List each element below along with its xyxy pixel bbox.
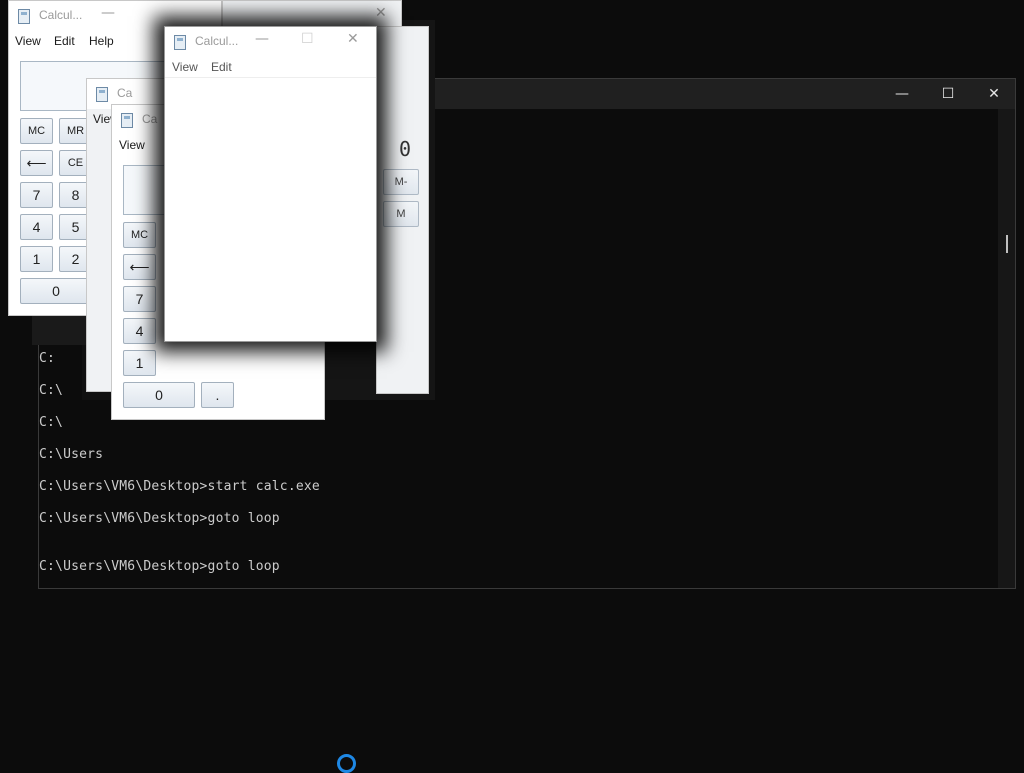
close-icon[interactable]: ✕	[375, 5, 387, 21]
digit-4-button[interactable]: 4	[123, 318, 156, 344]
backspace-button[interactable]: ⟵	[20, 150, 53, 176]
menu-view[interactable]: View	[15, 34, 41, 48]
calculator-title: Ca	[142, 112, 158, 126]
console-scrollbar[interactable]	[998, 109, 1015, 588]
memory-clear-button[interactable]: MC	[123, 222, 156, 248]
loading-ring-icon	[337, 754, 356, 773]
console-line: C:\Users\VM6\Desktop>goto loop	[39, 511, 280, 526]
maximize-icon[interactable]: ☐	[925, 79, 971, 109]
calculator-window-active[interactable]: Calcul... — ☐ ✕ View Edit	[164, 26, 377, 342]
console-partial-line: C:\	[39, 383, 64, 398]
calculator-window[interactable]: 0 M- M	[376, 26, 429, 394]
minimize-icon[interactable]: —	[879, 79, 925, 109]
console-line: C:\Users\VM6\Desktop>start calc.exe	[39, 479, 320, 494]
memory-button[interactable]: M	[383, 201, 419, 227]
close-icon[interactable]: ✕	[347, 31, 359, 47]
digit-0-button[interactable]: 0	[123, 382, 195, 408]
console-partial-line: C:\Users	[39, 447, 104, 462]
console-scrollbar-thumb[interactable]	[1006, 235, 1008, 253]
digit-7-button[interactable]: 7	[123, 286, 156, 312]
calculator-app-icon	[18, 9, 30, 24]
menu-view[interactable]: View	[119, 138, 145, 152]
minimize-icon[interactable]: —	[255, 31, 269, 47]
calculator-app-icon	[96, 87, 108, 102]
calculator-display-value: 0	[399, 137, 412, 161]
console-partial-line: C:\	[39, 415, 64, 430]
calculator-title: Calcul...	[195, 34, 239, 48]
digit-0-button[interactable]: 0	[20, 278, 92, 304]
digit-1-button[interactable]: 1	[123, 350, 156, 376]
calculator-app-icon	[121, 113, 133, 128]
calculator-title: Calcul...	[39, 8, 83, 22]
maximize-icon[interactable]: ☐	[301, 31, 314, 47]
digit-1-button[interactable]: 1	[20, 246, 53, 272]
console-partial-line: C:	[39, 351, 56, 366]
console-line: C:\Users\VM6\Desktop>goto loop	[39, 559, 280, 574]
memory-clear-button[interactable]: MC	[20, 118, 53, 144]
memory-subtract-button[interactable]: M-	[383, 169, 419, 195]
close-icon[interactable]: ✕	[971, 79, 1017, 109]
menu-edit[interactable]: Edit	[54, 34, 75, 48]
calculator-title: Ca	[117, 86, 133, 100]
minimize-icon[interactable]: —	[101, 5, 115, 21]
decimal-button[interactable]: .	[201, 382, 234, 408]
menu-view[interactable]: View	[172, 60, 198, 74]
digit-7-button[interactable]: 7	[20, 182, 53, 208]
menu-edit[interactable]: Edit	[211, 60, 232, 74]
calculator-titlebar[interactable]: Calcul... — ☐ ✕	[165, 27, 376, 57]
calculator-menubar: View Edit	[165, 57, 376, 78]
calculator-app-icon	[174, 35, 186, 50]
backspace-button[interactable]: ⟵	[123, 254, 156, 280]
digit-4-button[interactable]: 4	[20, 214, 53, 240]
menu-help[interactable]: Help	[89, 34, 114, 48]
